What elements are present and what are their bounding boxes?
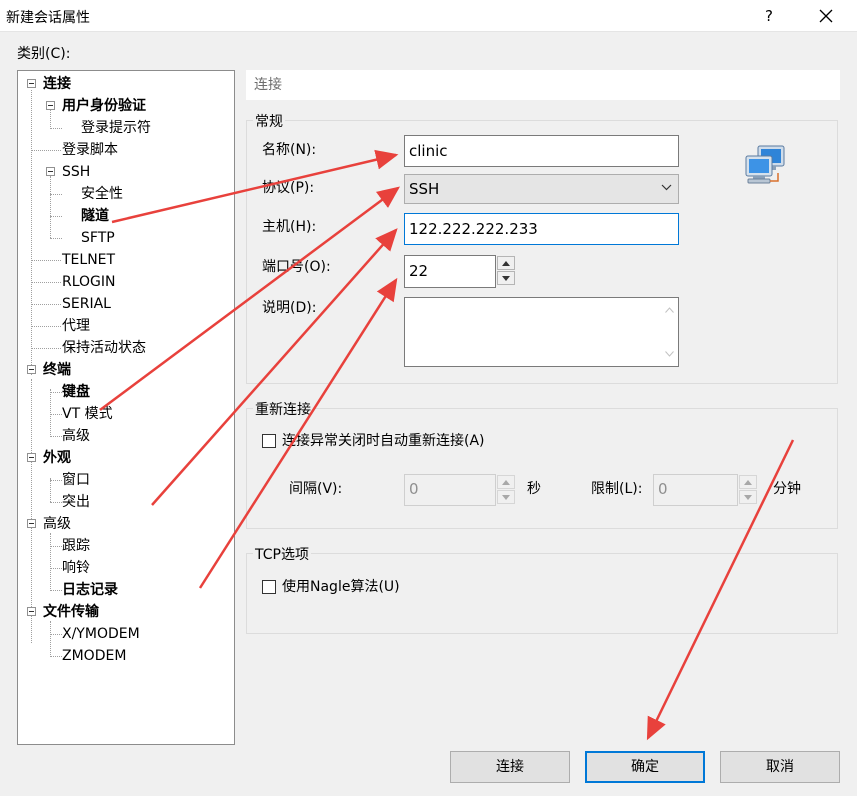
category-label: 类别(C): bbox=[17, 46, 71, 62]
triangle-up-icon bbox=[502, 261, 510, 266]
host-input[interactable]: 122.222.222.233 bbox=[404, 213, 679, 245]
auto-reconnect-checkbox[interactable] bbox=[262, 434, 276, 448]
triangle-down-icon bbox=[502, 276, 510, 281]
network-computers-icon bbox=[745, 145, 785, 184]
nagle-checkbox[interactable] bbox=[262, 580, 276, 594]
tree-item-connection[interactable]: 连接 bbox=[43, 74, 71, 94]
expand-toggle[interactable] bbox=[46, 167, 55, 176]
close-icon bbox=[819, 9, 833, 23]
tree-item-login-script[interactable]: 登录脚本 bbox=[62, 140, 118, 160]
expand-toggle[interactable] bbox=[27, 453, 36, 462]
window-title: 新建会话属性 bbox=[6, 10, 90, 26]
tree-item-highlight[interactable]: 突出 bbox=[62, 492, 90, 512]
scroll-up-icon bbox=[665, 307, 674, 313]
triangle-up-icon bbox=[502, 480, 510, 485]
description-label: 说明(D): bbox=[262, 300, 317, 316]
tree-item-proxy[interactable]: 代理 bbox=[62, 316, 90, 336]
tree-item-security[interactable]: 安全性 bbox=[81, 184, 123, 204]
tree-item-xymodem[interactable]: X/YMODEM bbox=[62, 624, 140, 644]
ok-button[interactable]: 确定 bbox=[585, 751, 705, 783]
port-stepper[interactable] bbox=[497, 256, 515, 286]
title-bar: 新建会话属性 ? bbox=[0, 0, 857, 32]
name-input[interactable]: clinic bbox=[404, 135, 679, 167]
chevron-down-icon bbox=[661, 184, 672, 191]
expand-toggle[interactable] bbox=[27, 519, 36, 528]
protocol-value: SSH bbox=[409, 180, 440, 198]
port-up-button[interactable] bbox=[497, 256, 515, 270]
connect-button[interactable]: 连接 bbox=[450, 751, 570, 783]
interval-up-button[interactable] bbox=[497, 475, 515, 489]
expand-toggle[interactable] bbox=[27, 365, 36, 374]
interval-stepper[interactable] bbox=[497, 475, 515, 505]
tcp-group-title: TCP选项 bbox=[253, 544, 311, 564]
interval-input[interactable]: 0 bbox=[404, 474, 496, 506]
tree-item-user-auth[interactable]: 用户身份验证 bbox=[62, 96, 146, 116]
expand-toggle[interactable] bbox=[46, 101, 55, 110]
tree-item-logging[interactable]: 日志记录 bbox=[62, 580, 118, 600]
limit-unit: 分钟 bbox=[773, 481, 801, 497]
host-label: 主机(H): bbox=[262, 219, 317, 235]
tree-item-trace[interactable]: 跟踪 bbox=[62, 536, 90, 556]
nagle-label[interactable]: 使用Nagle算法(U) bbox=[282, 577, 400, 597]
tree-item-login-prompt[interactable]: 登录提示符 bbox=[81, 118, 151, 138]
tree-item-serial[interactable]: SERIAL bbox=[62, 294, 111, 314]
tree-item-advanced[interactable]: 高级 bbox=[43, 514, 71, 534]
category-tree[interactable]: 连接 用户身份验证 登录提示符 登录脚本 SSH 安全性 隧道 SFTP TEL… bbox=[17, 70, 235, 745]
description-textarea[interactable] bbox=[404, 297, 679, 367]
protocol-select[interactable]: SSH bbox=[404, 174, 679, 204]
tree-item-keepalive[interactable]: 保持活动状态 bbox=[62, 338, 146, 358]
limit-up-button[interactable] bbox=[739, 475, 757, 489]
protocol-label: 协议(P): bbox=[262, 180, 315, 196]
tree-item-appearance[interactable]: 外观 bbox=[43, 448, 71, 468]
reconnect-group-title: 重新连接 bbox=[253, 399, 313, 419]
scroll-down-icon bbox=[665, 351, 674, 357]
tree-item-tunnel[interactable]: 隧道 bbox=[81, 206, 109, 226]
triangle-up-icon bbox=[744, 480, 752, 485]
cancel-button[interactable]: 取消 bbox=[720, 751, 840, 783]
triangle-down-icon bbox=[502, 495, 510, 500]
tree-item-rlogin[interactable]: RLOGIN bbox=[62, 272, 116, 292]
panel-header: 连接 bbox=[246, 70, 840, 100]
limit-input[interactable]: 0 bbox=[653, 474, 738, 506]
limit-stepper[interactable] bbox=[739, 475, 757, 505]
tree-item-vt-mode[interactable]: VT 模式 bbox=[62, 404, 113, 424]
limit-down-button[interactable] bbox=[739, 490, 757, 504]
tree-item-telnet[interactable]: TELNET bbox=[62, 250, 115, 270]
help-button[interactable]: ? bbox=[755, 4, 783, 28]
port-down-button[interactable] bbox=[497, 271, 515, 285]
expand-toggle[interactable] bbox=[27, 79, 36, 88]
auto-reconnect-label[interactable]: 连接异常关闭时自动重新连接(A) bbox=[282, 431, 485, 451]
tree-item-terminal[interactable]: 终端 bbox=[43, 360, 71, 380]
interval-unit: 秒 bbox=[527, 481, 541, 497]
description-scrollbar[interactable] bbox=[661, 298, 678, 366]
expand-toggle[interactable] bbox=[27, 607, 36, 616]
name-label: 名称(N): bbox=[262, 142, 317, 158]
tree-item-keyboard[interactable]: 键盘 bbox=[62, 382, 90, 402]
reconnect-group bbox=[246, 408, 838, 529]
tree-item-zmodem[interactable]: ZMODEM bbox=[62, 646, 126, 666]
tree-item-window[interactable]: 窗口 bbox=[62, 470, 90, 490]
tree-item-bell[interactable]: 响铃 bbox=[62, 558, 90, 578]
tree-item-ssh[interactable]: SSH bbox=[62, 162, 90, 182]
interval-label: 间隔(V): bbox=[289, 481, 343, 497]
general-group-title: 常规 bbox=[253, 111, 285, 131]
tree-item-sftp[interactable]: SFTP bbox=[81, 228, 115, 248]
close-button[interactable] bbox=[808, 2, 844, 30]
limit-label: 限制(L): bbox=[591, 481, 643, 497]
port-label: 端口号(O): bbox=[262, 259, 331, 275]
tree-item-terminal-advanced[interactable]: 高级 bbox=[62, 426, 90, 446]
port-input[interactable]: 22 bbox=[404, 255, 496, 288]
tree-item-file-transfer[interactable]: 文件传输 bbox=[43, 602, 99, 622]
triangle-down-icon bbox=[744, 495, 752, 500]
interval-down-button[interactable] bbox=[497, 490, 515, 504]
